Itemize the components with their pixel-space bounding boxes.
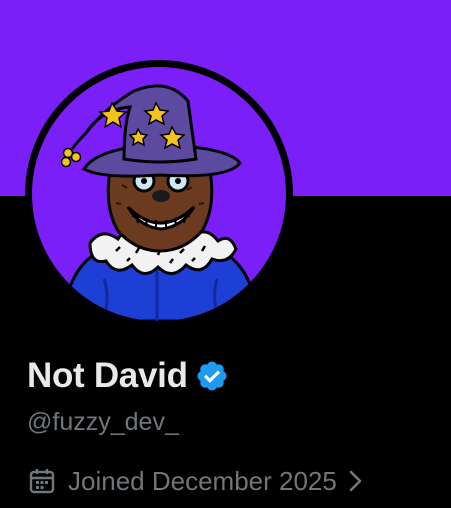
display-name: Not David: [27, 356, 188, 395]
calendar-icon: [28, 467, 56, 495]
verified-badge-icon[interactable]: [195, 359, 229, 393]
name-row: Not David: [27, 354, 229, 398]
chevron-right-icon: [345, 467, 365, 495]
joined-date-text: Joined December 2025: [68, 466, 337, 496]
profile-header: Not David @fuzzy_dev_ Joined December 20…: [0, 0, 451, 508]
joined-date-row[interactable]: Joined December 2025: [28, 462, 365, 500]
profile-avatar[interactable]: [25, 60, 293, 328]
wizard-bear-avatar-image: [32, 67, 286, 321]
user-handle: @fuzzy_dev_: [27, 408, 179, 436]
